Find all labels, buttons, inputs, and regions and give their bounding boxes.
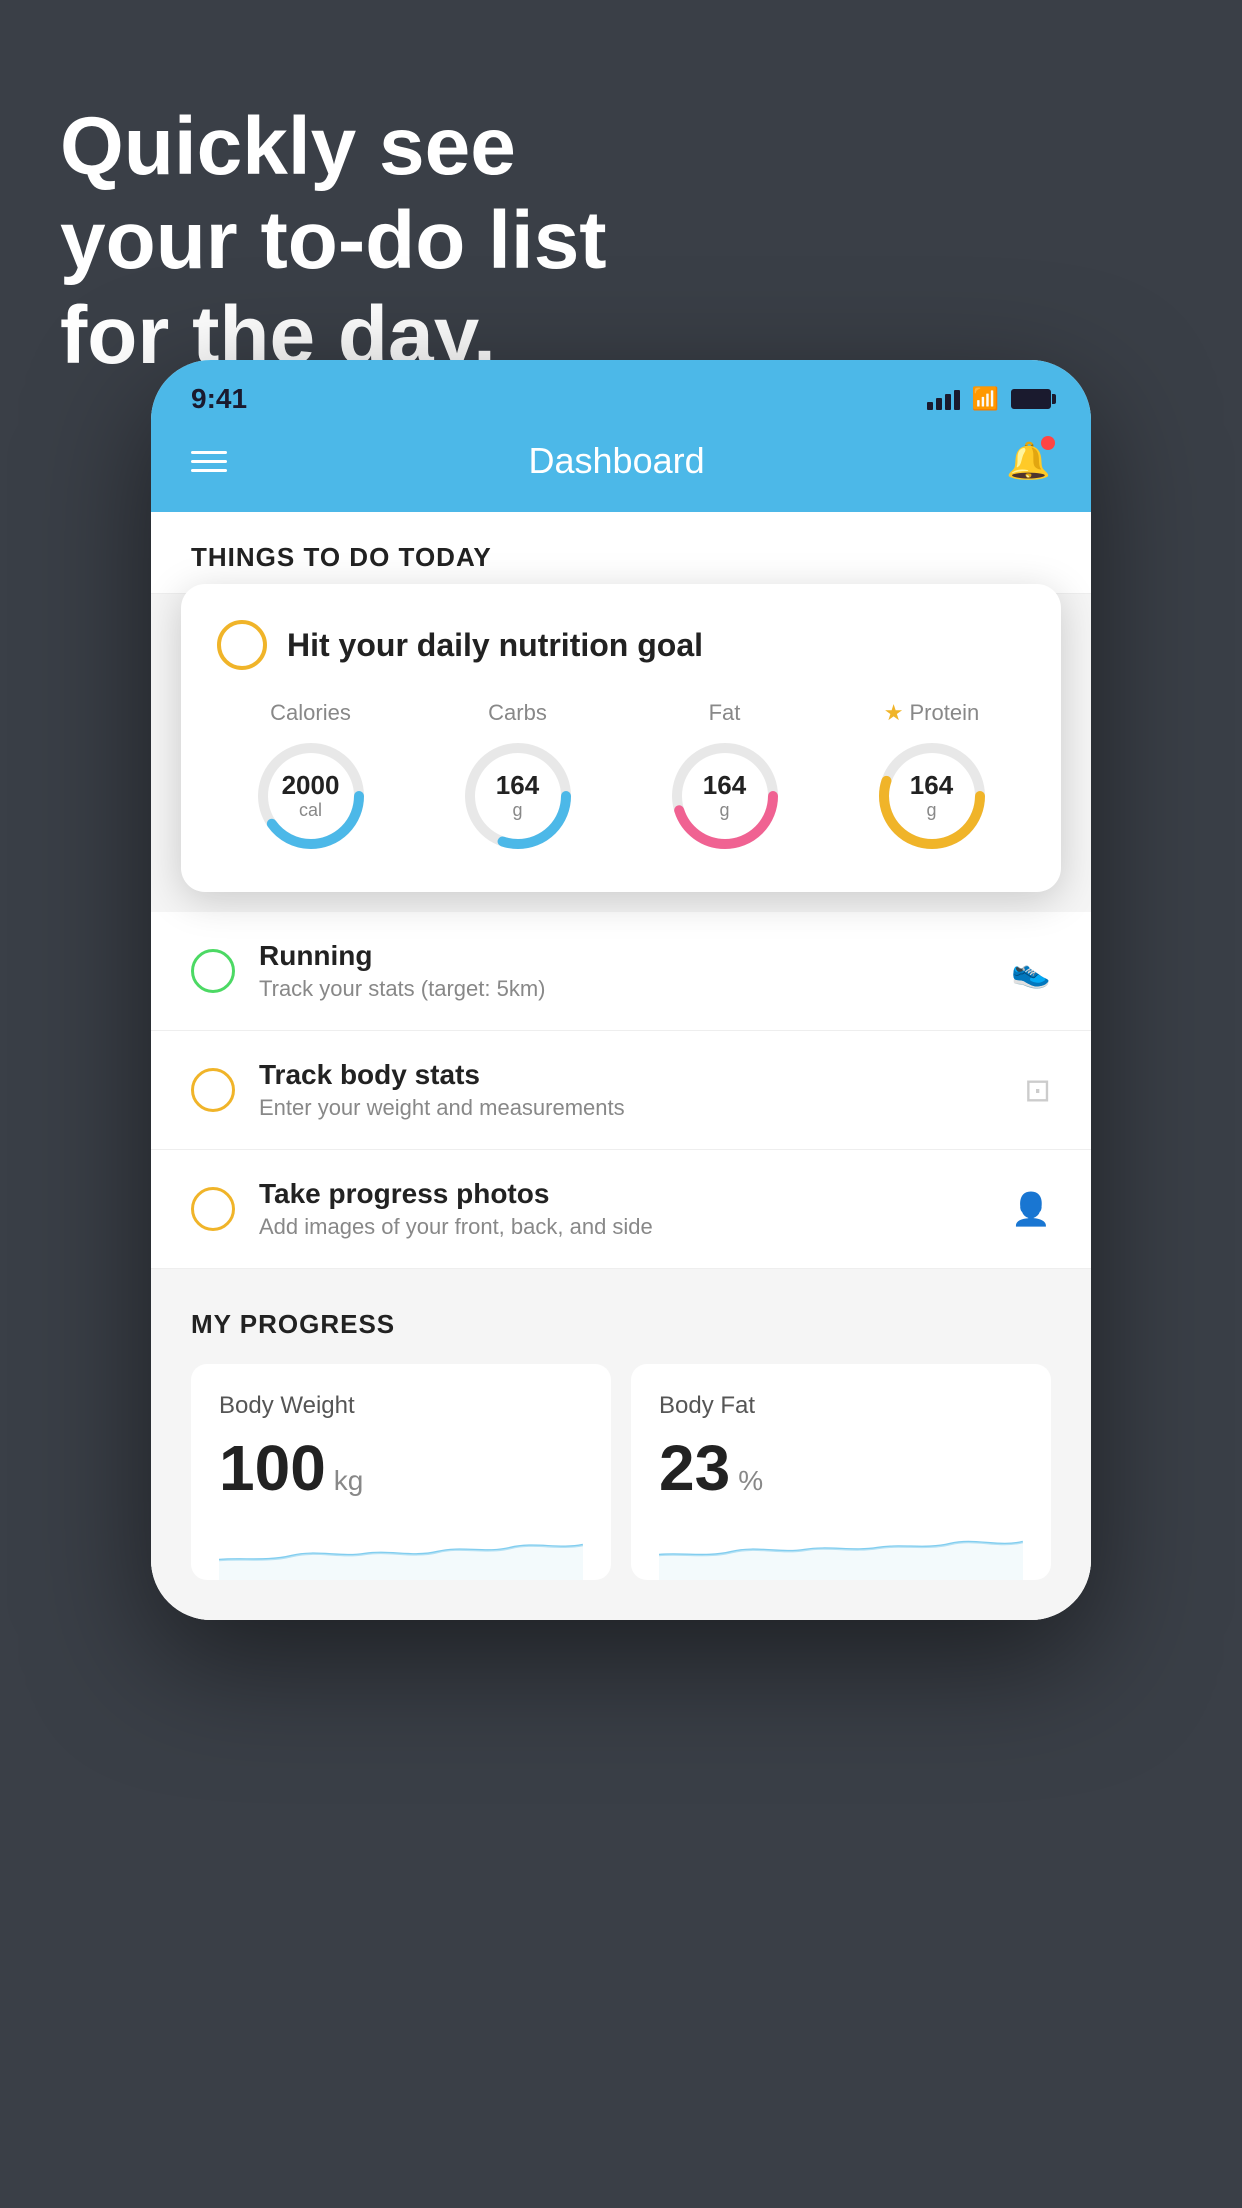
- headline-line1: Quickly see: [60, 100, 607, 194]
- body-fat-unit: %: [738, 1465, 763, 1497]
- notification-bell[interactable]: 🔔: [1006, 440, 1051, 482]
- status-time: 9:41: [191, 383, 247, 415]
- todo-name-photos: Take progress photos: [259, 1178, 987, 1210]
- signal-icon: [927, 388, 960, 410]
- section-title-things-to-do: THINGS TO DO TODAY: [151, 512, 1091, 594]
- hamburger-line: [191, 469, 227, 472]
- battery-icon: [1011, 389, 1051, 409]
- todo-circle-body-stats: [191, 1068, 235, 1112]
- fat-value: 164 g: [703, 771, 746, 821]
- nutrition-card[interactable]: Hit your daily nutrition goal Calories 2…: [181, 584, 1061, 892]
- todo-desc-photos: Add images of your front, back, and side: [259, 1214, 987, 1240]
- todo-item-running[interactable]: Running Track your stats (target: 5km) 👟: [151, 912, 1091, 1031]
- body-weight-unit: kg: [334, 1465, 364, 1497]
- todo-item-photos[interactable]: Take progress photos Add images of your …: [151, 1150, 1091, 1269]
- calories-value: 2000 cal: [282, 771, 340, 821]
- calories-donut: 2000 cal: [251, 736, 371, 856]
- protein-donut: 164 g: [872, 736, 992, 856]
- carbs-donut: 164 g: [458, 736, 578, 856]
- progress-section: MY PROGRESS Body Weight 100 kg: [151, 1279, 1091, 1620]
- carbs-value: 164 g: [496, 771, 539, 821]
- app-content: THINGS TO DO TODAY Hit your daily nutrit…: [151, 512, 1091, 1620]
- todo-desc-running: Track your stats (target: 5km): [259, 976, 987, 1002]
- nutrition-title: Hit your daily nutrition goal: [287, 627, 703, 664]
- stat-fat: Fat 164 g: [665, 700, 785, 856]
- body-weight-value: 100 kg: [219, 1436, 583, 1500]
- hamburger-line: [191, 451, 227, 454]
- todo-name-body-stats: Track body stats: [259, 1059, 1000, 1091]
- todo-desc-body-stats: Enter your weight and measurements: [259, 1095, 1000, 1121]
- body-fat-card[interactable]: Body Fat 23 %: [631, 1364, 1051, 1580]
- hamburger-line: [191, 460, 227, 463]
- nutrition-header: Hit your daily nutrition goal: [217, 620, 1025, 670]
- body-weight-number: 100: [219, 1436, 326, 1500]
- body-weight-chart: [219, 1520, 583, 1580]
- stat-fat-label: Fat: [709, 700, 741, 726]
- todo-text-running: Running Track your stats (target: 5km): [259, 940, 987, 1002]
- nutrition-check-circle: [217, 620, 267, 670]
- todo-text-photos: Take progress photos Add images of your …: [259, 1178, 987, 1240]
- body-weight-card[interactable]: Body Weight 100 kg: [191, 1364, 611, 1580]
- hamburger-menu[interactable]: [191, 451, 227, 472]
- status-icons: 📶: [927, 386, 1051, 412]
- wifi-icon: 📶: [972, 386, 999, 412]
- notification-dot: [1041, 436, 1055, 450]
- todo-item-body-stats[interactable]: Track body stats Enter your weight and m…: [151, 1031, 1091, 1150]
- headline-line2: your to-do list: [60, 194, 607, 288]
- scale-icon: ⊡: [1024, 1071, 1051, 1109]
- phone-mockup: 9:41 📶 Dashboard 🔔 THINGS TO DO TODAY: [151, 360, 1091, 1620]
- stat-calories-label: Calories: [270, 700, 351, 726]
- progress-title: MY PROGRESS: [191, 1309, 1051, 1340]
- nutrition-stats: Calories 2000 cal Carbs: [217, 700, 1025, 856]
- body-weight-title: Body Weight: [219, 1392, 583, 1420]
- star-icon: ★: [884, 700, 904, 726]
- person-icon: 👤: [1011, 1190, 1051, 1228]
- stat-carbs: Carbs 164 g: [458, 700, 578, 856]
- todo-circle-running: [191, 949, 235, 993]
- stat-carbs-label: Carbs: [488, 700, 547, 726]
- fat-donut: 164 g: [665, 736, 785, 856]
- body-fat-title: Body Fat: [659, 1392, 1023, 1420]
- stat-calories: Calories 2000 cal: [251, 700, 371, 856]
- protein-value: 164 g: [910, 771, 953, 821]
- status-bar: 9:41 📶: [151, 360, 1091, 420]
- app-header: Dashboard 🔔: [151, 420, 1091, 512]
- body-fat-number: 23: [659, 1436, 730, 1500]
- todo-list: Running Track your stats (target: 5km) 👟…: [151, 912, 1091, 1269]
- progress-cards: Body Weight 100 kg Body Fat: [191, 1364, 1051, 1580]
- stat-protein: ★ Protein 164 g: [872, 700, 992, 856]
- stat-protein-label: ★ Protein: [884, 700, 979, 726]
- todo-name-running: Running: [259, 940, 987, 972]
- body-fat-chart: [659, 1520, 1023, 1580]
- todo-circle-photos: [191, 1187, 235, 1231]
- header-title: Dashboard: [529, 440, 705, 482]
- headline: Quickly see your to-do list for the day.: [60, 100, 607, 383]
- body-fat-value: 23 %: [659, 1436, 1023, 1500]
- shoe-icon: 👟: [1011, 952, 1051, 990]
- todo-text-body-stats: Track body stats Enter your weight and m…: [259, 1059, 1000, 1121]
